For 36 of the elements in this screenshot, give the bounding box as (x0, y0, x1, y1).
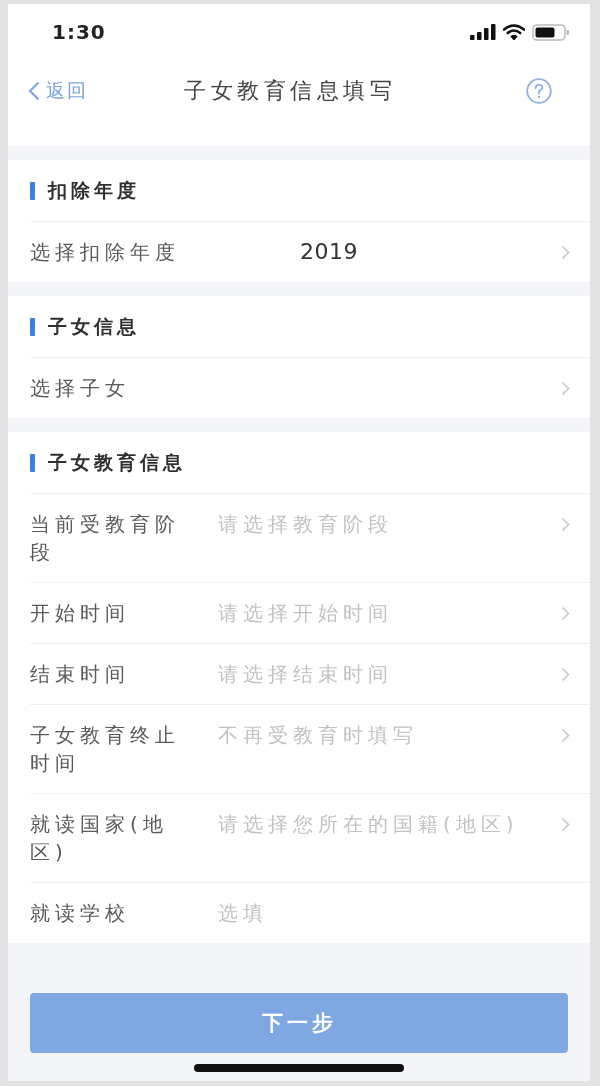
chevron-right-icon (561, 605, 570, 621)
field-label: 开始时间 (30, 600, 131, 627)
wifi-icon (503, 24, 525, 40)
status-time: 1:30 (52, 20, 106, 44)
back-button[interactable]: 返回 (28, 76, 88, 106)
chevron-right-icon (561, 244, 570, 260)
battery-icon (532, 23, 570, 41)
select-field[interactable]: 请选择开始时间 (218, 599, 570, 627)
input-field[interactable]: 选填 (218, 899, 570, 927)
accent-bar-icon (30, 453, 35, 472)
accent-bar-icon (30, 317, 35, 336)
select-field[interactable]: 请选择结束时间 (218, 660, 570, 688)
help-icon[interactable] (526, 78, 552, 104)
select-field[interactable]: 请选择您所在的国籍(地区) (218, 810, 570, 838)
chevron-left-icon (28, 81, 40, 101)
section-title: 子女信息 (48, 313, 140, 339)
section-title: 扣除年度 (48, 177, 140, 203)
field-label: 当前受教育阶段 (30, 511, 181, 566)
field-label: 选择子女 (30, 375, 131, 402)
field-label: 就读国家(地区) (30, 811, 169, 866)
select-field[interactable]: 不再受教育时填写 (218, 721, 570, 749)
section-title: 子女教育信息 (48, 449, 186, 475)
accent-bar-icon (30, 181, 35, 200)
chevron-right-icon (561, 516, 570, 532)
select-field[interactable]: 请选择教育阶段 (218, 510, 570, 538)
field-label: 选择扣除年度 (30, 239, 181, 266)
page-title: 子女教育信息填写 (184, 77, 396, 105)
field-label: 结束时间 (30, 661, 131, 688)
chevron-right-icon (561, 666, 570, 682)
chevron-right-icon (561, 816, 570, 832)
field-label: 子女教育终止时间 (30, 722, 181, 777)
chevron-right-icon (561, 380, 570, 396)
chevron-right-icon (561, 727, 570, 743)
field-label: 就读学校 (30, 900, 131, 927)
signal-icon (470, 24, 496, 40)
select-field[interactable]: 2019 (218, 238, 570, 266)
